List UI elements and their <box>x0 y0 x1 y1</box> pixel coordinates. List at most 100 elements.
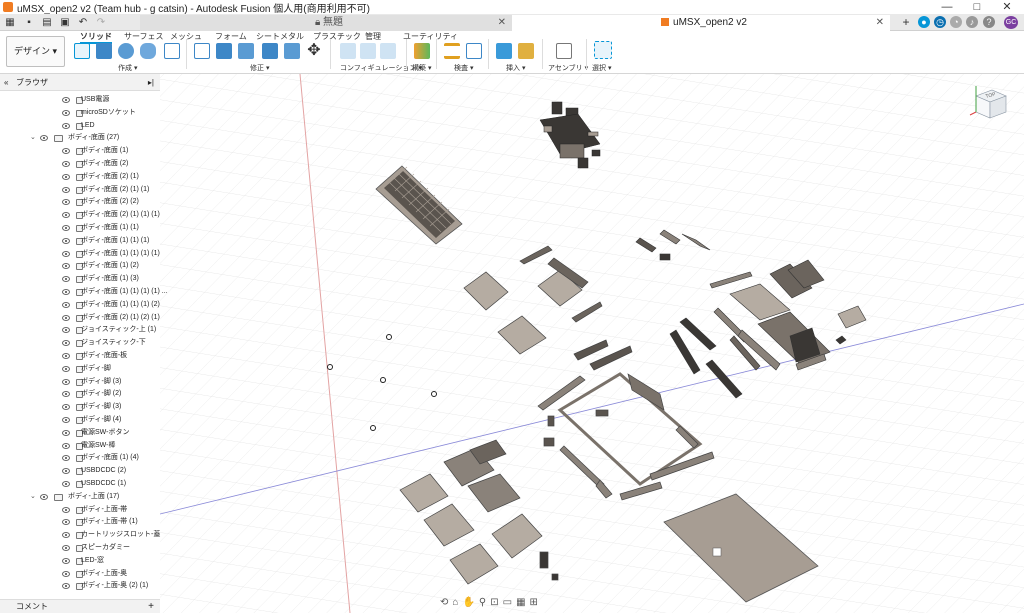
joint-icon[interactable] <box>556 43 572 59</box>
tab-surface[interactable]: サーフェス <box>124 31 164 42</box>
combine-icon[interactable] <box>284 43 300 59</box>
tab-untitled-close-icon[interactable]: ✕ <box>498 15 506 31</box>
add-comment-button[interactable]: + <box>148 600 154 613</box>
close-button[interactable]: ✕ <box>992 0 1022 14</box>
fillet-icon[interactable] <box>216 43 232 59</box>
visibility-eye-icon[interactable] <box>62 237 70 244</box>
browser-body-row[interactable]: スピーカダミー <box>0 542 160 555</box>
group-select-label[interactable]: 選択 ▾ <box>592 63 611 73</box>
browser-body-row[interactable]: ボディ-底面 (1) (2) <box>0 260 160 273</box>
browser-body-row[interactable]: 電源SW-ボタン <box>0 427 160 440</box>
browser-body-row[interactable]: ボディ-脚 <box>0 363 160 376</box>
group-inspect-label[interactable]: 検査 ▾ <box>454 63 473 73</box>
visibility-eye-icon[interactable] <box>62 557 70 564</box>
visibility-eye-icon[interactable] <box>62 327 70 334</box>
visibility-eye-icon[interactable] <box>62 340 70 347</box>
browser-body-row[interactable]: ボディ-上面-帯 <box>0 504 160 517</box>
viewports-icon[interactable]: ⊞ <box>530 597 538 611</box>
grid-settings-icon[interactable]: ▦ <box>516 597 525 611</box>
browser-body-row[interactable]: ボディ-上面-帯 (1) <box>0 516 160 529</box>
extrude-icon[interactable] <box>96 43 112 59</box>
pattern-icon[interactable] <box>164 43 180 59</box>
config-icon-1[interactable] <box>340 43 356 59</box>
browser-body-row[interactable]: ボディ-脚 (3) <box>0 401 160 414</box>
tab-plastic[interactable]: プラスチック <box>313 31 361 42</box>
tab-sheet-metal[interactable]: シートメタル <box>256 31 304 42</box>
visibility-eye-icon[interactable] <box>62 148 70 155</box>
visibility-eye-icon[interactable] <box>62 250 70 257</box>
browser-body-row[interactable]: ボディ-底面 (2) (1) (1) (1) <box>0 209 160 222</box>
visibility-eye-icon[interactable] <box>62 186 70 193</box>
new-sketch-icon[interactable] <box>74 43 90 59</box>
zoom-icon[interactable]: ⚲ <box>479 597 486 611</box>
visibility-eye-icon[interactable] <box>62 122 70 129</box>
browser-body-row[interactable]: ボディ-底面 (2) (2) <box>0 196 160 209</box>
measure-icon[interactable] <box>444 43 460 59</box>
help-icon[interactable]: ? <box>983 16 995 28</box>
browser-body-row[interactable]: カートリッジスロット-蓋 <box>0 529 160 542</box>
visibility-eye-icon[interactable] <box>62 583 70 590</box>
browser-body-row[interactable]: ボディ-底面-板 <box>0 350 160 363</box>
visibility-eye-icon[interactable] <box>62 481 70 487</box>
visibility-eye-icon[interactable] <box>62 391 70 398</box>
browser-body-row[interactable]: USBDCDC (1) <box>0 478 160 491</box>
visibility-eye-icon[interactable] <box>62 532 70 539</box>
revolve-icon[interactable] <box>118 43 134 59</box>
visibility-eye-icon[interactable] <box>62 365 70 372</box>
pin-icon[interactable]: ▸| <box>148 74 154 91</box>
file-menu-icon[interactable]: ▤ <box>40 16 54 29</box>
select-icon[interactable] <box>594 41 612 59</box>
browser-body-row[interactable]: USB電源 <box>0 94 160 107</box>
tab-umsx-open2[interactable]: uMSX_open2 v2 ✕ <box>512 15 890 31</box>
browser-body-row[interactable]: 電源SW-棒 <box>0 440 160 453</box>
visibility-eye-icon[interactable] <box>40 135 48 142</box>
bell-icon[interactable]: ♪ <box>966 16 978 28</box>
job-status-icon[interactable]: ◷ <box>934 16 946 28</box>
home-view-icon[interactable]: ⌂ <box>452 597 458 611</box>
visibility-eye-icon[interactable] <box>62 97 70 103</box>
construct-plane-icon[interactable] <box>414 43 430 59</box>
visibility-eye-icon[interactable] <box>62 455 70 462</box>
insert-mesh-icon[interactable] <box>518 43 534 59</box>
extension-icon[interactable]: ● <box>918 16 930 28</box>
visibility-eye-icon[interactable] <box>62 225 70 231</box>
visibility-eye-icon[interactable] <box>62 468 70 475</box>
browser-body-row[interactable]: LED-窓 <box>0 555 160 568</box>
visibility-eye-icon[interactable] <box>62 173 70 180</box>
browser-body-row[interactable]: ボディ-底面 (1) (1) (1) (2) <box>0 299 160 312</box>
save-icon[interactable]: ▪ <box>22 16 36 29</box>
user-avatar[interactable]: GC <box>1004 16 1018 29</box>
new-tab-button[interactable]: + <box>900 16 912 29</box>
group-assemble-label[interactable]: アセンブリ ▾ <box>548 63 588 73</box>
visibility-eye-icon[interactable] <box>62 442 70 449</box>
browser-body-row[interactable]: ボディ-底面 (2) (1) (1) <box>0 184 160 197</box>
browser-body-row[interactable]: ボディ-底面 (1) (1) <box>0 222 160 235</box>
browser-body-row[interactable]: ボディ-脚 (4) <box>0 414 160 427</box>
browser-body-row[interactable]: ジョイスティック-上 (1) <box>0 324 160 337</box>
browser-folder-row[interactable]: ⌄ ボディ-底面 (27) <box>0 132 160 145</box>
browser-body-row[interactable]: ジョイスティック-下 <box>0 337 160 350</box>
visibility-eye-icon[interactable] <box>62 417 70 423</box>
visibility-eye-icon[interactable] <box>40 493 48 500</box>
group-configuration-label[interactable]: コンフィギュレーション ▾ <box>340 63 422 73</box>
tab-form[interactable]: フォーム <box>215 31 247 42</box>
browser-body-row[interactable]: ボディ-上面-奥 (2) (1) <box>0 580 160 593</box>
tab-utilities[interactable]: ユーティリティ <box>403 31 458 42</box>
group-insert-label[interactable]: 挿入 ▾ <box>506 63 525 73</box>
undo-icon[interactable]: ↶ <box>76 16 90 29</box>
browser-body-row[interactable]: ボディ-底面 (1) (1) (1) (1) ... <box>0 286 168 299</box>
visibility-eye-icon[interactable] <box>62 429 70 436</box>
browser-body-row[interactable]: ボディ-底面 (1) (1) (1) <box>0 235 160 248</box>
display-settings-icon[interactable]: ▭ <box>503 597 512 611</box>
browser-body-row[interactable]: ボディ-脚 (2) <box>0 388 160 401</box>
visibility-eye-icon[interactable] <box>62 314 70 321</box>
browser-body-row[interactable]: ボディ-底面 (1) (4) <box>0 452 160 465</box>
browser-body-row[interactable]: LED <box>0 120 160 133</box>
group-modify-label[interactable]: 修正 ▾ <box>250 63 269 73</box>
maximize-button[interactable]: □ <box>962 0 992 14</box>
move-icon[interactable]: ✥ <box>306 43 322 59</box>
visibility-eye-icon[interactable] <box>62 506 70 513</box>
browser-body-row[interactable]: ボディ-上面-奥 <box>0 568 160 581</box>
orbit-icon[interactable]: ⟲ <box>440 597 448 611</box>
fit-icon[interactable]: ⊡ <box>490 597 498 611</box>
